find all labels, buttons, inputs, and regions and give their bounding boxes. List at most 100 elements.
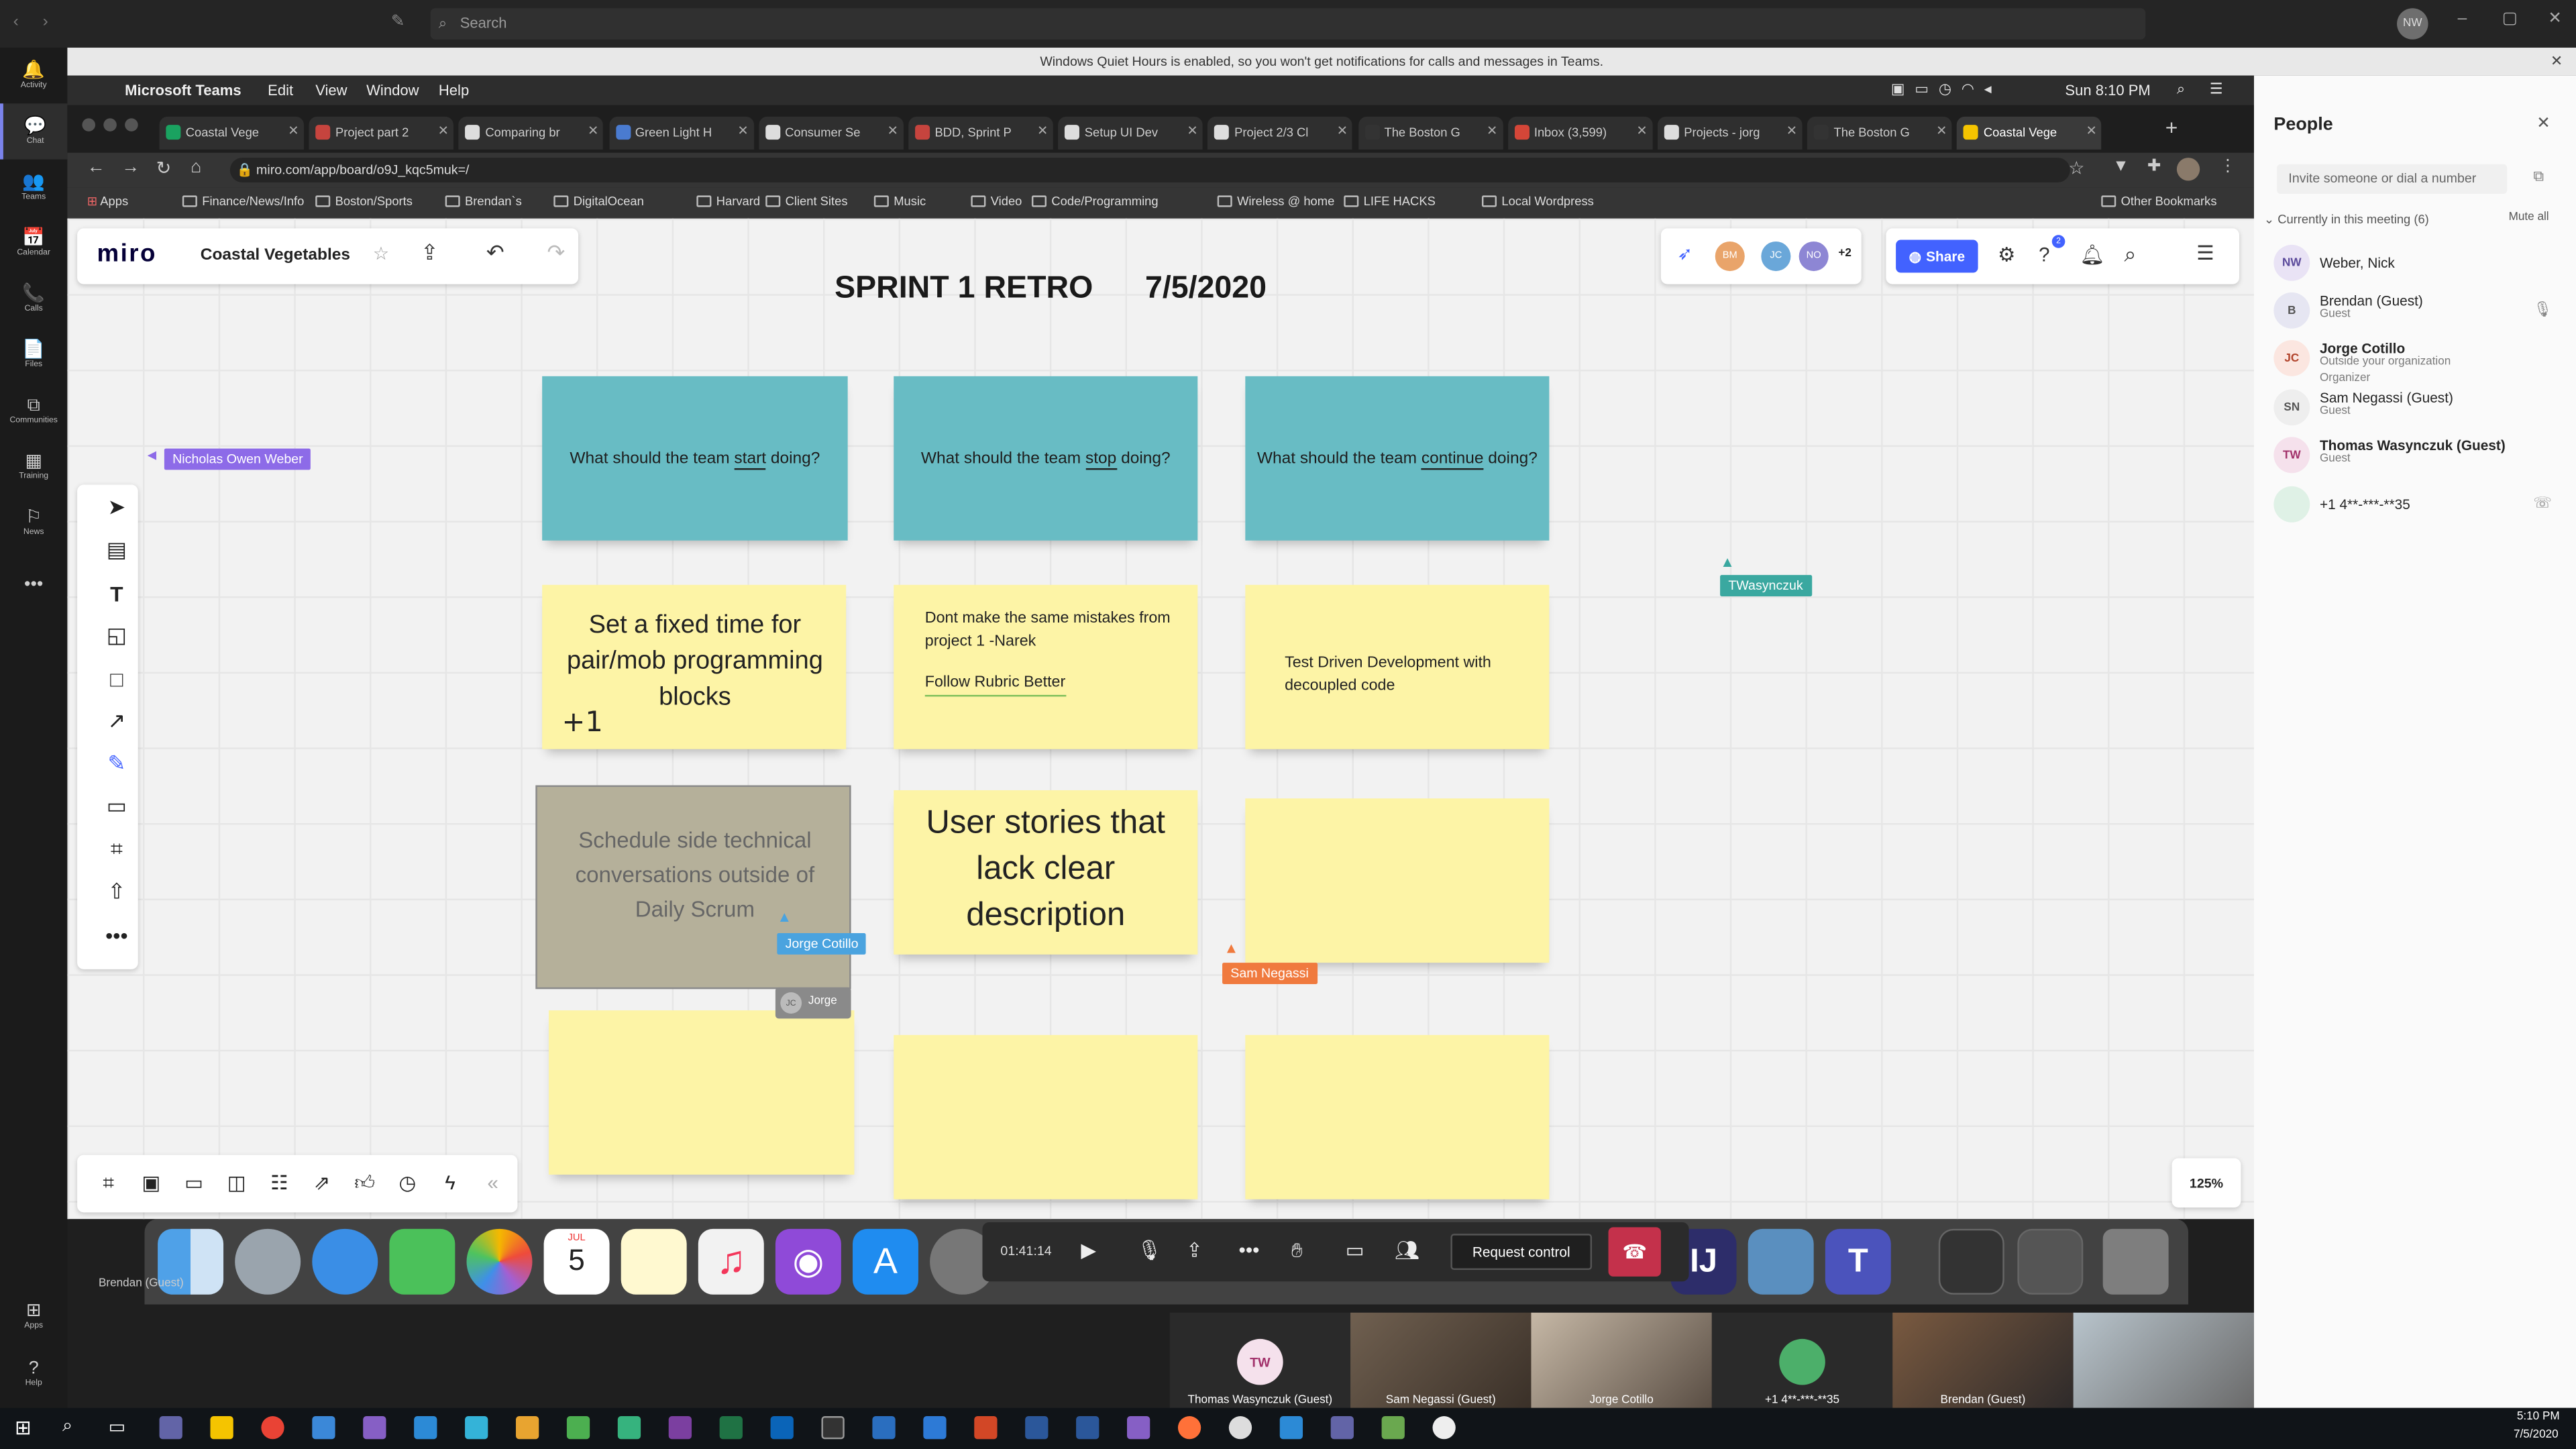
zoom-level[interactable]: 125% (2171, 1158, 2241, 1208)
request-control-button[interactable]: Request control (1450, 1234, 1593, 1271)
close-tab-icon[interactable]: ✕ (888, 123, 898, 138)
word-icon[interactable] (1076, 1416, 1099, 1440)
profile-avatar[interactable] (2176, 158, 2200, 181)
trash-icon[interactable] (2102, 1228, 2169, 1295)
sticky-note[interactable]: Set a fixed time for pair/mob programmin… (542, 584, 847, 749)
bookmark-item[interactable]: LIFE HACKS (1344, 194, 1436, 209)
taskbar-app-icon[interactable] (1279, 1416, 1303, 1440)
text-tool-icon[interactable]: T (100, 578, 133, 608)
participant-row[interactable]: TW Thomas Wasynczuk (Guest) Guest (2254, 432, 2576, 478)
browser-tab[interactable]: The Boston G ✕ (1358, 116, 1503, 150)
section-toggle[interactable]: ⌄ Currently in this meeting (6) (2264, 212, 2429, 227)
video-tile[interactable]: TW Thomas Wasynczuk (Guest) (1169, 1312, 1351, 1408)
participant-row[interactable]: JC Jorge Cotillo Outside your organization… (2254, 335, 2576, 384)
miro-logo[interactable]: miro (97, 240, 156, 268)
browser-tab[interactable]: Projects - jorg ✕ (1658, 116, 1803, 150)
frames-icon[interactable]: ⌗ (94, 1168, 123, 1197)
collaborators-more[interactable]: +2 (1838, 248, 1851, 260)
collaborator-avatar[interactable]: NO (1799, 241, 1829, 272)
camera-icon[interactable]: ▶ (1081, 1239, 1096, 1262)
rail-item-training[interactable]: ▦ Training (0, 439, 67, 494)
presentation-icon[interactable]: ▣ (136, 1168, 166, 1197)
cards-icon[interactable]: ☷ (264, 1168, 294, 1197)
window-thumbnail[interactable] (2017, 1228, 2084, 1295)
participant-row[interactable]: NW Weber, Nick (2254, 240, 2576, 286)
user-avatar[interactable]: NW (2397, 8, 2428, 40)
undo-icon[interactable]: ↶ (486, 240, 504, 266)
taskbar-app-icon[interactable] (159, 1416, 182, 1440)
spotlight-icon[interactable]: ⌕ (2177, 80, 2185, 99)
minimize-icon[interactable]: – (2458, 10, 2467, 28)
phone-participant-icon[interactable]: ☏ (2533, 494, 2552, 513)
search-icon[interactable]: ⌕ (62, 1416, 72, 1438)
sticky-header-start[interactable]: What should the team start doing? (542, 376, 848, 541)
rail-item-activity[interactable]: 🔔 Activity (0, 48, 67, 103)
settings-sliders-icon[interactable]: ⚙ (1998, 243, 2015, 266)
upload-tool-icon[interactable]: ⇧ (100, 877, 133, 907)
close-tab-icon[interactable]: ✕ (1337, 123, 1348, 138)
invite-input[interactable]: Invite someone or dial a number (2277, 164, 2508, 194)
video-tile[interactable]: Brendan (Guest) (1892, 1312, 2074, 1408)
sticky-note-empty[interactable] (894, 1034, 1198, 1199)
frame-tool-icon[interactable]: ⌗ (100, 835, 133, 864)
sticky-note[interactable]: Test Driven Development with decoupled c… (1245, 584, 1550, 749)
chrome-icon[interactable] (261, 1416, 284, 1440)
menu-window[interactable]: Window (366, 82, 419, 98)
shape-tool-icon[interactable]: □ (100, 663, 133, 693)
rail-item-help[interactable]: ? Help (0, 1346, 67, 1401)
photos-icon[interactable] (466, 1228, 533, 1295)
collaborator-avatar[interactable]: BM (1715, 241, 1745, 272)
close-tab-icon[interactable]: ✕ (1936, 123, 1947, 138)
window-thumbnail[interactable] (1938, 1228, 2004, 1295)
collapse-icon[interactable]: « (478, 1168, 508, 1197)
browser-tab[interactable]: The Boston G ✕ (1807, 116, 1952, 150)
pen-tool-icon[interactable]: ✎ (100, 749, 133, 779)
preview-icon[interactable] (1748, 1228, 1814, 1295)
rail-item-communities[interactable]: ⧉ Communities (0, 383, 67, 439)
taskbar-app-icon[interactable] (1381, 1416, 1405, 1440)
sticky-note-tool-icon[interactable]: ◱ (100, 621, 133, 651)
search-icon[interactable]: ⌕ (2125, 241, 2137, 268)
nav-forward-icon[interactable]: → (121, 158, 140, 177)
comments-icon[interactable]: ▭ (179, 1168, 209, 1197)
miro-board[interactable]: miro Coastal Vegetables ☆ ⇪ ↶ ↷ SPRINT 1… (67, 218, 2255, 1220)
launchpad-icon[interactable] (235, 1228, 301, 1295)
close-tab-icon[interactable]: ✕ (1037, 123, 1048, 138)
sticky-note[interactable]: User stories that lack clear description (894, 790, 1198, 955)
bookmark-item[interactable]: Brendan`s (445, 194, 522, 209)
outlook-icon[interactable] (770, 1416, 794, 1440)
traffic-light-zoom[interactable] (125, 118, 138, 131)
vscode-icon[interactable] (414, 1416, 437, 1440)
browser-tab[interactable]: Consumer Se ✕ (758, 116, 904, 150)
teams-dock-icon[interactable]: T (1825, 1228, 1891, 1295)
more-actions-icon[interactable]: ••• (1239, 1239, 1260, 1262)
hang-up-icon[interactable]: ☎ (1608, 1227, 1661, 1277)
rail-item-apps[interactable]: ⊞ Apps (0, 1288, 67, 1344)
microphone-icon[interactable]: 🎙︎ (1137, 1239, 1162, 1262)
browser-tab[interactable]: Setup UI Dev ✕ (1058, 116, 1203, 150)
lightning-icon[interactable]: ϟ (435, 1168, 465, 1197)
windows-start-icon[interactable]: ⊞ (15, 1416, 32, 1439)
cursor-follow-icon[interactable]: ➶ (1677, 243, 1693, 264)
close-tab-icon[interactable]: ✕ (1786, 123, 1797, 138)
browser-tab[interactable]: Comparing br ✕ (459, 116, 604, 150)
participant-row[interactable]: B Brendan (Guest) Guest (2254, 288, 2576, 334)
share-screen-icon[interactable]: ⇪ (1186, 1239, 1203, 1262)
extension-icon[interactable]: ▼ (2112, 158, 2129, 176)
copy-link-icon[interactable]: ⧉ (2533, 168, 2544, 186)
select-tool-icon[interactable]: ➤ (100, 493, 133, 523)
close-tab-icon[interactable]: ✕ (288, 123, 299, 138)
podcasts-icon[interactable]: ◉ (775, 1228, 841, 1295)
close-tab-icon[interactable]: ✕ (1636, 123, 1647, 138)
rail-item-chat[interactable]: 💬 Chat (0, 103, 68, 160)
sticky-note[interactable]: Dont make the same mistakes from project… (894, 584, 1198, 749)
menu-app-name[interactable]: Microsoft Teams (125, 82, 241, 98)
help-icon[interactable]: ? (2039, 243, 2049, 266)
traffic-light-close[interactable] (82, 118, 96, 131)
menu-view[interactable]: View (315, 82, 347, 98)
taskbar-app-icon[interactable] (872, 1416, 896, 1440)
new-tab-icon[interactable]: + (2165, 115, 2178, 140)
puzzle-icon[interactable]: ✚ (2147, 158, 2161, 176)
visual-studio-icon[interactable] (363, 1416, 386, 1440)
vote-icon[interactable]: 👍︎ (350, 1168, 380, 1197)
